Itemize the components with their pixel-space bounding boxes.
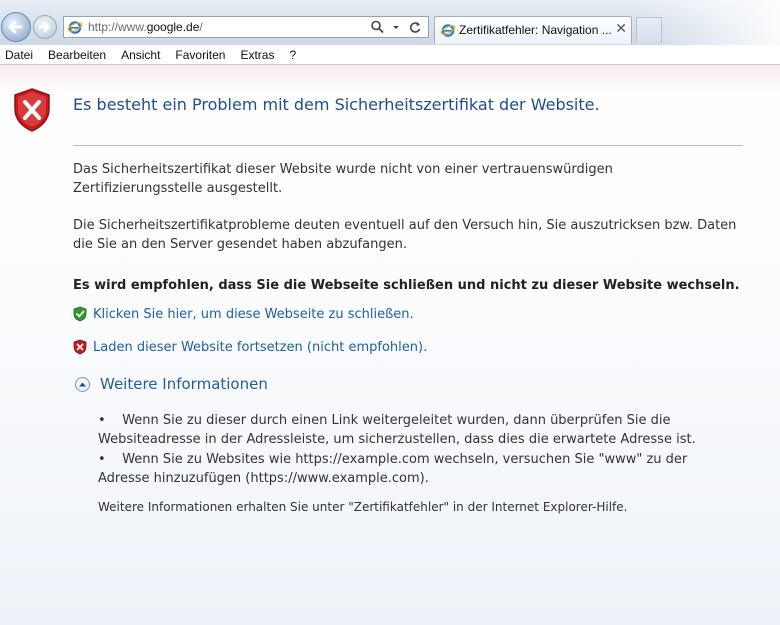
ie-logo-icon bbox=[67, 21, 83, 34]
menu-item-extras[interactable]: Extras bbox=[235, 48, 280, 62]
close-page-row: Klicken Sie hier, um diese Webseite zu s… bbox=[73, 306, 414, 322]
browser-toolbar: http://www.google.de/ Zertifikatfehler: … bbox=[0, 0, 780, 45]
close-page-link[interactable]: Klicken Sie hier, um diese Webseite zu s… bbox=[93, 307, 414, 322]
menu-item-bearbeiten[interactable]: Bearbeiten bbox=[43, 48, 112, 62]
cert-untrusted-text: Das Sicherheitszertifikat dieser Website… bbox=[73, 162, 613, 196]
new-tab-button[interactable] bbox=[636, 17, 662, 43]
ie-logo-icon bbox=[440, 24, 456, 37]
close-icon[interactable]: ✕ bbox=[615, 22, 627, 36]
more-info-label[interactable]: Weitere Informationen bbox=[100, 375, 268, 393]
menu-bar: Datei Bearbeiten Ansicht Favoriten Extra… bbox=[0, 45, 780, 65]
continue-link[interactable]: Laden dieser Website fortsetzen (nicht e… bbox=[93, 340, 427, 355]
chevron-up-icon[interactable] bbox=[75, 376, 90, 392]
forward-arrow-icon bbox=[38, 21, 51, 33]
refresh-icon[interactable] bbox=[408, 19, 422, 35]
cert-warning-text: Die Sicherheitszertifikatprobleme deuten… bbox=[73, 218, 737, 252]
back-arrow-icon bbox=[8, 20, 23, 34]
page-title: Es besteht ein Problem mit dem Sicherhei… bbox=[73, 95, 600, 114]
info-item: • Wenn Sie zu dieser durch einen Link we… bbox=[98, 413, 696, 447]
shield-error-icon bbox=[73, 339, 87, 355]
back-button[interactable] bbox=[1, 12, 31, 42]
address-bar[interactable]: http://www.google.de/ bbox=[63, 16, 429, 38]
tab-title: Zertifikatfehler: Navigation ... bbox=[459, 23, 612, 37]
continue-row: Laden dieser Website fortsetzen (nicht e… bbox=[73, 339, 427, 355]
tab-certificate-error[interactable]: Zertifikatfehler: Navigation ... ✕ bbox=[434, 16, 632, 44]
help-note: Weitere Informationen erhalten Sie unter… bbox=[98, 500, 628, 514]
menu-item-favoriten[interactable]: Favoriten bbox=[170, 48, 231, 62]
url-text[interactable]: http://www.google.de/ bbox=[88, 20, 203, 34]
menu-item-datei[interactable]: Datei bbox=[0, 48, 39, 62]
divider bbox=[73, 145, 743, 146]
forward-button[interactable] bbox=[33, 15, 57, 39]
chevron-down-icon[interactable] bbox=[392, 19, 400, 35]
menu-item-help[interactable]: ? bbox=[284, 48, 302, 62]
recommendation-text: Es wird empfohlen, dass Sie die Webseite… bbox=[73, 278, 740, 293]
certificate-error-page: Es besteht ein Problem mit dem Sicherhei… bbox=[0, 65, 780, 625]
info-item: • Wenn Sie zu Websites wie https://examp… bbox=[98, 452, 688, 486]
shield-error-icon bbox=[14, 88, 50, 132]
shield-ok-icon bbox=[73, 306, 87, 322]
menu-item-ansicht[interactable]: Ansicht bbox=[116, 48, 166, 62]
search-icon[interactable] bbox=[370, 19, 384, 35]
more-info-toggle[interactable]: Weitere Informationen bbox=[75, 375, 268, 393]
